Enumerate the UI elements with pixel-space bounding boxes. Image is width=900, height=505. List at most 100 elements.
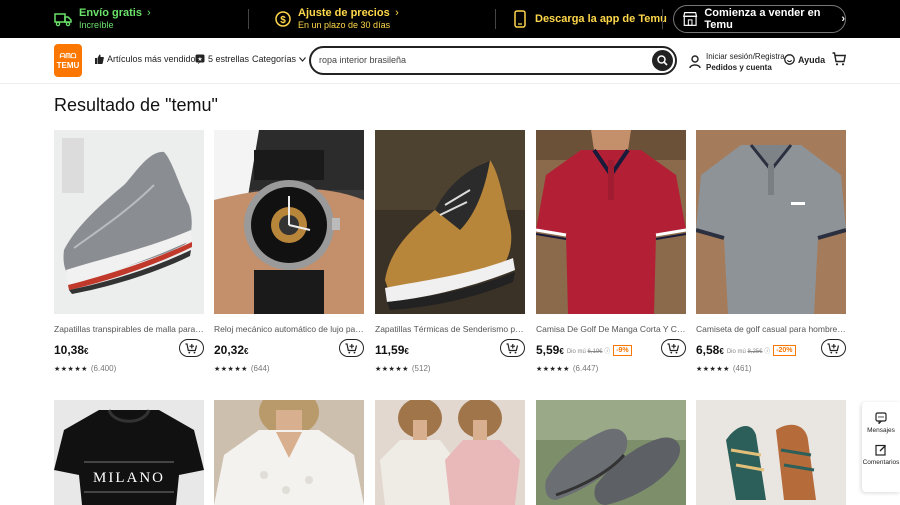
- search-input[interactable]: ropa interior brasileña: [319, 55, 406, 65]
- user-icon: [689, 55, 701, 69]
- messages-label: Mensajes: [867, 427, 895, 434]
- account-menu[interactable]: Iniciar sesión/Registra Pedidos y cuenta: [689, 51, 785, 73]
- star-badge-icon: ★: [195, 54, 205, 64]
- price-amount: 20,32: [214, 343, 245, 357]
- promo-bar: Envío gratis Increíble › $ Ajuste de pre…: [0, 0, 900, 38]
- signin-label: Iniciar sesión/Registra: [706, 52, 785, 61]
- chevron-right-icon: ›: [395, 7, 399, 19]
- search-box[interactable]: ropa interior brasileña: [309, 46, 677, 75]
- product-image[interactable]: [214, 400, 364, 505]
- rating-stars: ★★★★★: [54, 365, 88, 373]
- product-name[interactable]: Reloj mecánico automático de lujo para h…: [214, 324, 364, 334]
- rating-count: (461): [732, 364, 752, 373]
- product-card[interactable]: Camiseta de golf casual para hombre Barb…: [696, 130, 846, 373]
- edit-icon: [875, 444, 886, 456]
- product-card[interactable]: Zapatillas transpirables de malla para h…: [54, 130, 204, 373]
- product-price: 20,32€: [214, 343, 248, 357]
- product-image[interactable]: [696, 130, 846, 314]
- price-amount: 6,58: [696, 343, 720, 357]
- nav-categories-label: Categorías: [252, 54, 297, 64]
- cart-icon[interactable]: [832, 52, 846, 66]
- help-link[interactable]: Ayuda: [784, 54, 825, 65]
- nav-bestsellers[interactable]: Artículos más vendidos: [94, 54, 200, 64]
- temu-logo[interactable]: ᗩᗰᗝ TEMU: [54, 44, 82, 77]
- rating-count: (644): [250, 364, 270, 373]
- rating-count: (6.447): [572, 364, 599, 373]
- help-label: Ayuda: [798, 54, 826, 65]
- watch-image: [214, 130, 364, 314]
- price-adjust-promo[interactable]: $ Ajuste de precios En un plazo de 30 dí…: [275, 0, 399, 38]
- nav-categories[interactable]: Categorías: [252, 54, 306, 64]
- price-currency: €: [84, 347, 89, 356]
- original-price-label: Dio mú: [726, 348, 746, 355]
- orders-account-label: Pedidos y cuenta: [706, 63, 772, 72]
- product-name[interactable]: Zapatillas Térmicas de Senderismo para H…: [375, 324, 525, 334]
- download-app-promo[interactable]: Descarga la app de Temu: [514, 0, 667, 38]
- product-name[interactable]: Zapatillas transpirables de malla para h…: [54, 324, 204, 334]
- add-to-cart-button[interactable]: [821, 339, 846, 357]
- rating: ★★★★★ (6.400): [54, 364, 204, 373]
- svg-text:$: $: [280, 15, 286, 26]
- rating-stars: ★★★★★: [375, 365, 409, 373]
- add-to-cart-button[interactable]: [500, 339, 525, 357]
- product-card[interactable]: Camisa De Golf De Manga Corta Y Cuello .…: [536, 130, 686, 373]
- rating: ★★★★★ (644): [214, 364, 364, 373]
- product-image[interactable]: [536, 130, 686, 314]
- add-to-cart-button[interactable]: [661, 339, 686, 357]
- chevron-down-icon: [299, 56, 306, 62]
- add-to-cart-button[interactable]: [179, 339, 204, 357]
- rating-count: (512): [411, 364, 431, 373]
- comments-label: Comentarios: [862, 459, 900, 466]
- product-image[interactable]: [375, 400, 525, 505]
- messages-button[interactable]: Mensajes: [862, 412, 900, 434]
- product-image[interactable]: [536, 400, 686, 505]
- product-image[interactable]: [696, 400, 846, 505]
- product-name[interactable]: Camiseta de golf casual para hombre Barb…: [696, 324, 846, 334]
- chevron-right-icon: ›: [841, 13, 845, 25]
- add-cart-icon: [667, 342, 680, 353]
- original-price-value: 6,19€: [587, 348, 603, 355]
- product-image[interactable]: [375, 130, 525, 314]
- rating-stars: ★★★★★: [536, 365, 570, 373]
- chevron-right-icon: ›: [146, 7, 151, 19]
- sandals-image: [696, 400, 846, 505]
- rating-count: (6.400): [90, 364, 117, 373]
- price-adjust-subtitle: En un plazo de 30 días: [298, 20, 391, 30]
- nav-five-stars[interactable]: ★ 5 estrellas: [195, 54, 249, 64]
- add-cart-icon: [506, 342, 519, 353]
- rating: ★★★★★ (461): [696, 364, 846, 373]
- logo-mark: ᗩᗰᗝ: [59, 52, 77, 60]
- original-price-value: 8,25€: [747, 348, 763, 355]
- dollar-coin-icon: $: [275, 11, 291, 27]
- comments-button[interactable]: Comentarios: [862, 444, 900, 466]
- milano-tshirt-image: [54, 400, 204, 505]
- site-header: ᗩᗰᗝ TEMU Artículos más vendidos ★ 5 estr…: [0, 38, 900, 84]
- price-amount: 11,59: [375, 343, 405, 357]
- product-card[interactable]: Reloj mecánico automático de lujo para h…: [214, 130, 364, 373]
- rating: ★★★★★ (512): [375, 364, 525, 373]
- shirt-print-text: MILANO: [93, 470, 165, 486]
- product-image[interactable]: [214, 130, 364, 314]
- price-currency: €: [244, 347, 249, 356]
- price-currency: €: [719, 347, 724, 356]
- search-button[interactable]: [652, 50, 673, 71]
- add-to-cart-button[interactable]: [339, 339, 364, 357]
- knit-tops-image: [375, 400, 525, 505]
- logo-text: TEMU: [56, 60, 80, 70]
- search-icon: [657, 55, 668, 66]
- product-name[interactable]: Camisa De Golf De Manga Corta Y Cuello .…: [536, 324, 686, 334]
- product-image[interactable]: MILANO: [54, 400, 204, 505]
- divider: [248, 9, 249, 29]
- svg-text:★: ★: [197, 56, 202, 63]
- product-card[interactable]: Zapatillas Térmicas de Senderismo para H…: [375, 130, 525, 373]
- shipping-title: Envío gratis: [79, 7, 142, 19]
- discount-badge: -20%: [773, 344, 796, 356]
- add-cart-icon: [345, 342, 358, 353]
- start-selling-button[interactable]: Comienza a vender en Temu ›: [673, 5, 846, 33]
- product-price: 5,59€: [536, 343, 564, 357]
- price-amount: 10,38: [54, 343, 85, 357]
- product-price: 11,59€: [375, 343, 409, 357]
- product-image[interactable]: [54, 130, 204, 314]
- free-shipping-promo[interactable]: Envío gratis Increíble ›: [54, 0, 151, 38]
- add-cart-icon: [185, 342, 198, 353]
